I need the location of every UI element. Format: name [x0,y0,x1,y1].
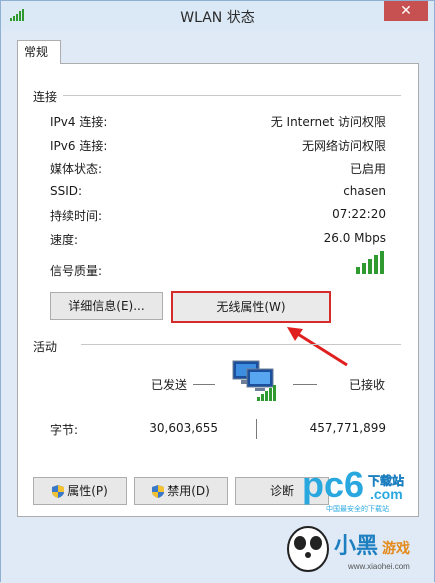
media-state-label: 媒体状态: [50,162,103,176]
tab-general[interactable]: 常规 [17,40,61,64]
connection-group-label: 连接 [33,88,64,105]
activity-group-label: 活动 [33,338,64,355]
tab-panel [17,63,419,517]
svg-text:.com: .com [370,486,403,502]
duration-value: 07:22:20 [332,207,386,221]
annotation-arrow-icon [287,327,348,367]
wlan-status-window: WLAN 状态 ✕ 常规 连接 IPv4 连接: 无 Internet 访问权限… [0,0,435,583]
ipv6-label: IPv6 连接: [50,139,108,153]
wireless-properties-button[interactable]: 无线属性(W) [171,291,331,323]
divider [193,384,215,385]
properties-button[interactable]: 属性(P) [33,477,127,505]
svg-text:游戏: 游戏 [382,540,410,557]
disable-button[interactable]: 禁用(D) [134,477,228,505]
received-bytes-value: 457,771,899 [309,421,386,435]
svg-text:小黑: 小黑 [334,534,378,559]
window-title: WLAN 状态 [180,10,255,26]
speed-label: 速度: [50,233,79,247]
close-button[interactable]: ✕ [384,1,428,21]
shield-icon [152,485,165,498]
ipv6-value: 无网络访问权限 [301,139,386,153]
svg-text:中国最安全的下载站: 中国最安全的下载站 [326,504,389,513]
network-computers-icon [232,360,276,401]
disable-label: 禁用(D) [167,484,210,498]
details-button[interactable]: 详细信息(E)... [50,292,163,320]
svg-text:www.xiaohei.com: www.xiaohei.com [347,562,410,571]
divider [256,419,257,439]
bytes-label: 字节: [50,423,79,437]
sent-bytes-value: 30,603,655 [149,421,218,435]
divider [293,384,317,385]
properties-label: 属性(P) [67,484,108,498]
speed-value: 26.0 Mbps [323,231,386,245]
received-label: 已接收 [349,378,386,392]
signal-bars-icon [356,251,384,274]
watermark-logo: pc6 下载站 .com 中国最安全的下载站 小黑 游戏 www.xiaohei… [287,464,410,572]
ipv4-value: 无 Internet 访问权限 [270,115,386,129]
shield-icon [52,485,65,498]
media-state-value: 已启用 [349,162,386,176]
sent-label: 已发送 [151,378,188,392]
divider [61,95,401,96]
ssid-label: SSID: [50,184,83,198]
signal-quality-label: 信号质量: [50,264,103,278]
title-bar: WLAN 状态 ✕ [1,1,434,31]
divider [81,344,401,345]
ipv4-label: IPv4 连接: [50,115,108,129]
ssid-value: chasen [343,184,386,198]
duration-label: 持续时间: [50,209,103,223]
svg-text:pc6: pc6 [302,464,364,505]
